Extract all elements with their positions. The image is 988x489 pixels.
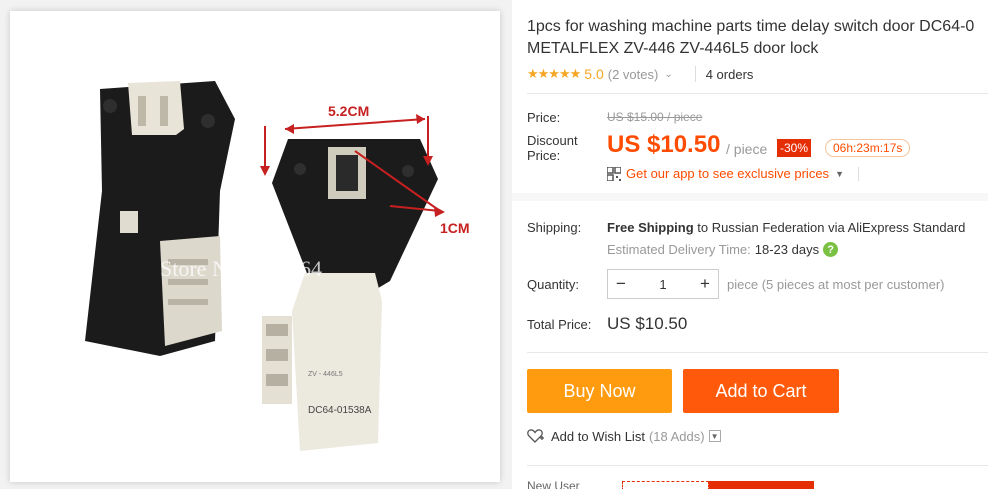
title-line-2: METALFLEX ZV-446 ZV-446L5 door lock [527, 40, 819, 57]
qr-code-icon [607, 166, 621, 181]
discount-badge: -30% [777, 139, 812, 157]
product-info: 1pcs for washing machine parts time dela… [512, 0, 988, 489]
svg-text:1CM: 1CM [440, 220, 470, 236]
wishlist-row[interactable]: Add to Wish List (18 Adds) ▼ [527, 428, 721, 444]
quantity-note: piece (5 pieces at most per customer) [727, 277, 945, 292]
chevron-down-icon[interactable]: ⌄ [664, 69, 672, 80]
product-title: 1pcs for washing machine parts time dela… [527, 16, 988, 60]
plus-icon[interactable]: + [692, 274, 718, 294]
door-lock-left [85, 81, 235, 356]
total-price: US $10.50 [607, 314, 688, 333]
star-rating-icon: ★★★★★ [527, 66, 581, 81]
app-prices-text[interactable]: Get our app to see exclusive prices [626, 166, 829, 181]
section-divider [512, 193, 988, 201]
app-prices-link[interactable]: Get our app to see exclusive prices ▼ [607, 166, 859, 181]
quantity-input[interactable] [634, 276, 692, 292]
help-question-icon[interactable]: ? [823, 242, 839, 257]
minus-icon[interactable]: − [608, 274, 634, 294]
divider [527, 93, 988, 94]
shipping-info[interactable]: Free Shipping to Russian Federation via … [607, 220, 965, 235]
current-price: US $10.50 [607, 131, 721, 158]
new-user-label: New User [527, 479, 580, 489]
caret-down-icon[interactable]: ▼ [835, 169, 844, 179]
votes-link[interactable]: (2 votes) [608, 67, 659, 82]
divider [694, 66, 696, 82]
countdown-timer: 06h:23m:17s [825, 139, 911, 157]
rating-score: 5.0 [584, 66, 604, 82]
chevron-down-icon[interactable]: ▼ [708, 430, 721, 442]
svg-text:5.2CM: 5.2CM [328, 103, 369, 119]
price-unit: / piece [726, 141, 768, 157]
wishlist-count: (18 Adds) [648, 428, 705, 444]
rating-row: ★★★★★ 5.0 (2 votes) ⌄ 4 orders [527, 64, 753, 84]
quantity-label: Quantity: [527, 277, 580, 292]
orders-count: 4 orders [705, 66, 754, 82]
add-to-wishlist-link[interactable]: Add to Wish List [551, 429, 645, 444]
new-user-coupon-button[interactable] [709, 481, 814, 489]
divider [527, 465, 988, 466]
free-shipping-text: Free Shipping [607, 220, 694, 235]
svg-text:DC64-01538A: DC64-01538A [308, 405, 372, 416]
product-photo: ZV - 446L5 DC64-01538A 5.2CM 1CM Store N… [85, 81, 470, 451]
divider [527, 352, 988, 353]
add-to-cart-button[interactable]: Add to Cart [683, 369, 839, 413]
quantity-stepper: − + [607, 269, 719, 299]
watermark: Store No:1937764 [160, 256, 322, 281]
product-image-panel[interactable]: ZV - 446L5 DC64-01538A 5.2CM 1CM Store N… [10, 11, 500, 482]
shipping-destination[interactable]: to Russian Federation via AliExpress Sta… [697, 220, 965, 235]
price-label: Price: [527, 110, 561, 125]
heart-plus-icon[interactable] [527, 428, 545, 444]
title-line-1: 1pcs for washing machine parts time dela… [527, 18, 975, 35]
door-lock-right: ZV - 446L5 DC64-01538A [262, 139, 438, 451]
delivery-days: 18-23 days [754, 242, 820, 257]
buy-now-button[interactable]: Buy Now [527, 369, 672, 413]
new-user-coupon[interactable] [622, 481, 709, 489]
discount-price-label: Discount Price: [527, 133, 578, 163]
svg-text:ZV - 446L5: ZV - 446L5 [308, 371, 343, 378]
shipping-label: Shipping: [527, 220, 582, 235]
estimated-delivery: Estimated Delivery Time: 18-23 days ? [607, 242, 839, 257]
total-price-label: Total Price: [527, 317, 592, 332]
divider [857, 166, 859, 181]
original-price: US $15.00 / piece [607, 110, 703, 124]
